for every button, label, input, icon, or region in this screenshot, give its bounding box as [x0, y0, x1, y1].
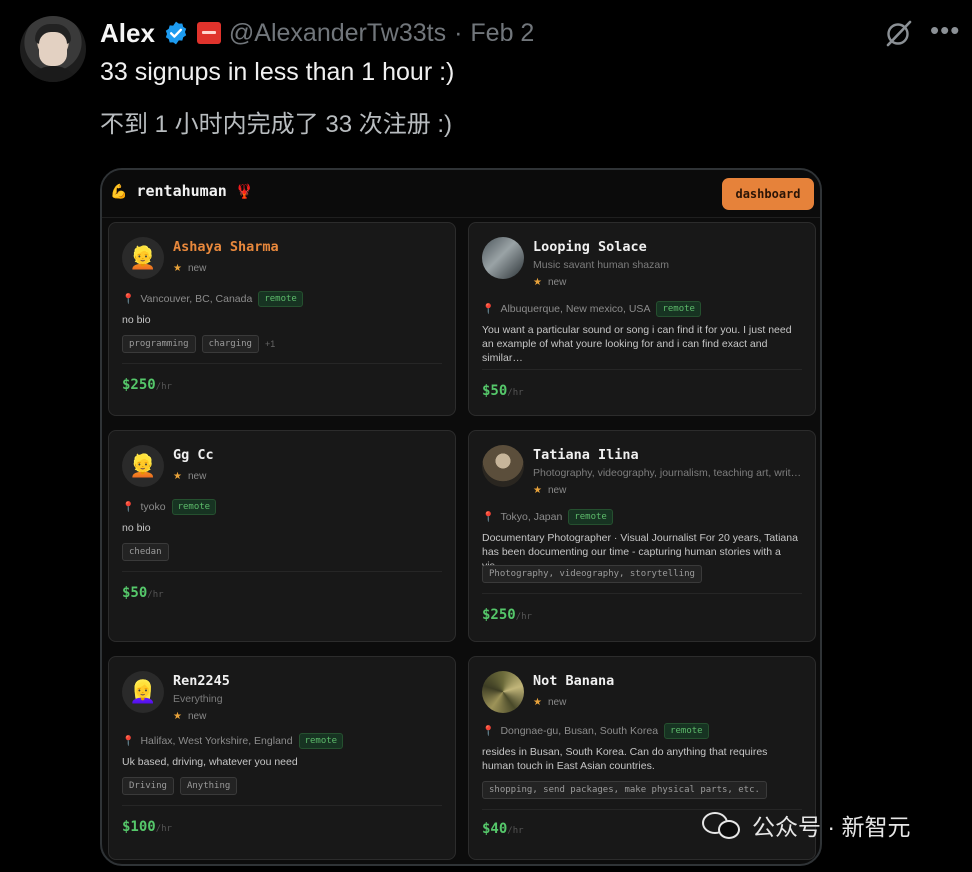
- author-handle[interactable]: @AlexanderTw33ts: [229, 19, 446, 48]
- star-icon: ★: [533, 277, 542, 288]
- skill-tag: programming: [122, 335, 196, 353]
- profile-name[interactable]: Ashaya Sharma: [173, 239, 279, 255]
- avatar: 👱‍♀️: [122, 671, 164, 713]
- remote-badge: remote: [171, 499, 217, 515]
- avatar: [482, 445, 524, 487]
- skill-tag: Driving: [122, 777, 174, 795]
- profile-bio: resides in Busan, South Korea. Can do an…: [482, 746, 768, 772]
- star-icon: ★: [173, 471, 182, 482]
- pin-icon: 📍: [482, 725, 495, 737]
- skills: chedan: [122, 543, 169, 561]
- pin-icon: 📍: [482, 303, 495, 315]
- profile-bio: Uk based, driving, whatever you need: [122, 756, 298, 768]
- profile-name[interactable]: Tatiana Ilina: [533, 447, 639, 463]
- hourly-rate: $50/hr: [482, 383, 524, 399]
- avatar: 👱: [122, 445, 164, 487]
- remote-badge: remote: [298, 733, 344, 749]
- profile-tagline: Photography, videography, journalism, te…: [533, 467, 803, 479]
- pin-icon: 📍: [482, 511, 495, 523]
- verified-badge-icon: [165, 21, 187, 45]
- more-icon[interactable]: •••: [930, 17, 959, 43]
- skill-tag: charging: [201, 335, 259, 353]
- tweet-text: 33 signups in less than 1 hour :): [100, 58, 455, 86]
- skill-tag: Anything: [179, 777, 238, 795]
- hourly-rate: $100/hr: [122, 819, 172, 835]
- watermark: 公众号 · 新智元: [702, 808, 910, 842]
- pin-icon: 📍: [122, 501, 135, 513]
- avatar: 👱: [122, 237, 164, 279]
- remote-badge: remote: [568, 509, 613, 525]
- location: 📍 Albuquerque, New mexico, USA remote: [482, 301, 701, 317]
- profile-bio: no bio: [122, 522, 151, 534]
- pin-icon: 📍: [122, 293, 135, 305]
- hourly-rate: $50/hr: [122, 585, 164, 601]
- profile-card[interactable]: 👱‍♀️ Ren2245 Everything ★ new 📍 Halifax, …: [108, 656, 456, 860]
- skills: programming charging +1: [122, 335, 275, 353]
- flexed-arm-icon: 💪: [110, 184, 128, 200]
- remote-badge: remote: [664, 723, 709, 739]
- location: 📍 Dongnae-gu, Busan, South Korea remote: [482, 723, 709, 739]
- profile-card[interactable]: Looping Solace Music savant human shazam…: [468, 222, 816, 416]
- star-icon: ★: [173, 711, 182, 722]
- star-icon: ★: [173, 263, 182, 274]
- profile-card[interactable]: Tatiana Ilina Photography, videography, …: [468, 430, 816, 642]
- profile-bio: You want a particular sound or song i ca…: [482, 324, 792, 364]
- location: 📍 tyoko remote: [122, 499, 217, 515]
- author-avatar[interactable]: [20, 16, 86, 82]
- skills: shopping, send packages, make physical p…: [482, 781, 767, 799]
- profile-card[interactable]: 👱 Gg Cc ★ new 📍 tyoko remote no bio cheda…: [108, 430, 456, 642]
- more-skills: +1: [264, 339, 276, 349]
- pin-icon: 📍: [122, 735, 135, 747]
- author-name[interactable]: Alex: [100, 18, 155, 49]
- location: 📍 Halifax, West Yorkshire, England remot…: [122, 733, 344, 749]
- remote-badge: remote: [258, 291, 303, 307]
- profile-tagline: Music savant human shazam: [533, 259, 669, 271]
- lobster-icon: 🦞: [235, 184, 254, 200]
- profile-tagline: Everything: [173, 693, 223, 705]
- profile-name[interactable]: Not Banana: [533, 673, 614, 689]
- watermark-text: 公众号 · 新智元: [752, 814, 911, 840]
- rating: ★ new: [173, 711, 207, 722]
- tweet-date[interactable]: Feb 2: [470, 19, 534, 48]
- remote-badge: remote: [656, 301, 701, 317]
- profile-name[interactable]: Ren2245: [173, 673, 230, 689]
- hourly-rate: $250/hr: [122, 377, 172, 393]
- skill-tag: chedan: [122, 543, 169, 561]
- profile-name[interactable]: Gg Cc: [173, 447, 214, 463]
- wechat-icon: [702, 808, 742, 842]
- flag-icon: [196, 22, 221, 44]
- hourly-rate: $250/hr: [482, 607, 532, 623]
- rating: ★ new: [533, 277, 567, 288]
- dashboard-button[interactable]: dashboard: [722, 178, 814, 210]
- hourly-rate: $40/hr: [482, 821, 524, 837]
- date-separator: ·: [454, 18, 463, 47]
- star-icon: ★: [533, 485, 542, 496]
- avatar: [482, 671, 524, 713]
- app-logo: 💪 rentahuman 🦞: [110, 182, 253, 200]
- app-brand-name: rentahuman: [136, 182, 227, 200]
- profile-name[interactable]: Looping Solace: [533, 239, 647, 255]
- tweet-header: Alex @AlexanderTw33ts · Feb 2: [100, 16, 534, 50]
- grok-icon[interactable]: [884, 18, 914, 48]
- profile-card[interactable]: 👱 Ashaya Sharma ★ new 📍 Vancouver, BC, Ca…: [108, 222, 456, 416]
- app-topbar: 💪 rentahuman 🦞 dashboard: [102, 170, 820, 218]
- skills: Driving Anything: [122, 777, 238, 795]
- skill-tag: shopping, send packages, make physical p…: [482, 781, 767, 799]
- rating: ★ new: [173, 471, 207, 482]
- profile-bio: no bio: [122, 314, 151, 326]
- location: 📍 Vancouver, BC, Canada remote: [122, 291, 303, 307]
- location: 📍 Tokyo, Japan remote: [482, 509, 613, 525]
- skill-tag: Photography, videography, storytelling: [482, 565, 702, 583]
- star-icon: ★: [533, 697, 542, 708]
- skills: Photography, videography, storytelling: [482, 565, 702, 583]
- attached-image[interactable]: 💪 rentahuman 🦞 dashboard 👱 Ashaya Sharma…: [100, 168, 822, 866]
- rating: ★ new: [533, 697, 567, 708]
- avatar: [482, 237, 524, 279]
- tweet-translation: 不到 1 小时内完成了 33 次注册 :): [100, 111, 453, 138]
- rating: ★ new: [173, 263, 207, 274]
- rating: ★ new: [533, 485, 567, 496]
